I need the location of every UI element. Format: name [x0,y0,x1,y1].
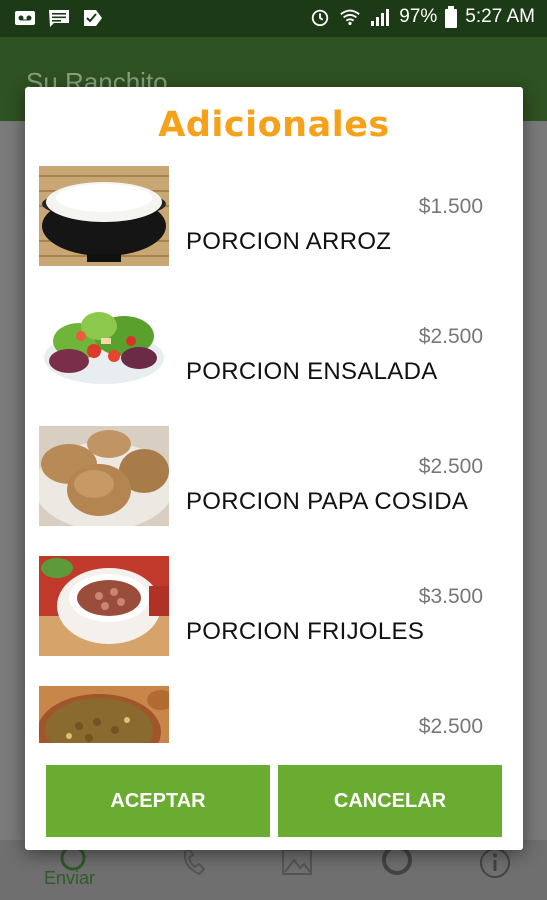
item-name: PORCION PAPA COSIDA [186,488,469,515]
item-name: PORCION ENSALADA [186,358,438,385]
list-item[interactable]: $3.500 PORCION FRIJOLES [25,543,523,673]
potato-image [39,426,169,526]
item-name: PORCION ARROZ [186,228,392,255]
message-icon [49,10,69,27]
item-price: $3.500 [418,585,483,608]
notification-icons [14,8,104,28]
item-price: $1.500 [418,195,483,218]
info-icon[interactable] [478,846,512,880]
circle-icon[interactable] [380,846,414,880]
phone-icon[interactable] [179,846,213,880]
additionals-dialog: Adicionales $1.500 PORCION ARROZ $2.500 … [25,87,523,850]
accept-button[interactable]: ACEPTAR [46,765,270,837]
send-tab-label[interactable]: Enviar [44,868,95,889]
status-bar: 97% 5:27 AM [0,0,547,37]
task-check-icon [84,10,102,26]
additionals-list[interactable]: $1.500 PORCION ARROZ $2.500 PORCION ENSA… [25,153,523,743]
alarm-icon [312,9,329,27]
battery-icon [445,6,458,28]
beans-image [39,556,169,656]
wifi-icon [340,9,360,26]
item-price: $2.500 [418,325,483,348]
battery-percent: 97% [399,6,438,27]
list-item[interactable]: $1.500 PORCION ARROZ [25,153,523,283]
clock: 5:27 AM [465,6,535,27]
rice-image [39,166,169,266]
list-item[interactable]: $2.500 PORCION PAPA COSIDA [25,413,523,543]
item-price: $2.500 [418,455,483,478]
system-icons: 97% 5:27 AM [309,6,535,28]
gallery-icon[interactable] [280,846,314,880]
salad-image [39,296,169,396]
list-item[interactable]: $2.500 [25,673,523,743]
cancel-button[interactable]: CANCELAR [278,765,502,837]
dialog-title: Adicionales [158,105,390,145]
signal-icon [371,9,390,26]
voicemail-icon [15,11,35,25]
item-price: $2.500 [418,715,483,738]
lentils-image [39,686,169,743]
list-item[interactable]: $2.500 PORCION ENSALADA [25,283,523,413]
item-name: PORCION FRIJOLES [186,618,425,645]
